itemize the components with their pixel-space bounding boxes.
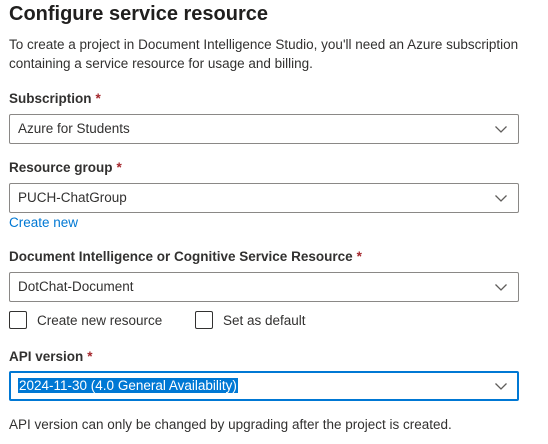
subscription-selected-value: Azure for Students (18, 121, 130, 136)
service-resource-label: Document Intelligence or Cognitive Servi… (9, 249, 362, 264)
resource-group-dropdown[interactable]: PUCH-ChatGroup (9, 183, 519, 213)
chevron-down-icon (495, 126, 507, 133)
create-new-resource-checkbox[interactable] (9, 311, 27, 329)
service-resource-selected-value: DotChat-Document (18, 279, 134, 294)
chevron-down-icon (495, 383, 507, 390)
set-as-default-label[interactable]: Set as default (223, 313, 306, 328)
resource-group-label: Resource group * (9, 160, 122, 175)
service-resource-dropdown[interactable]: DotChat-Document (9, 272, 519, 302)
api-version-label: API version * (9, 349, 93, 364)
subscription-dropdown[interactable]: Azure for Students (9, 114, 519, 144)
api-version-selected-value: 2024-11-30 (4.0 General Availability) (18, 378, 238, 393)
set-as-default-option[interactable]: Set as default (195, 310, 306, 330)
create-new-resource-option[interactable]: Create new resource (9, 310, 162, 330)
create-new-resource-label[interactable]: Create new resource (37, 313, 162, 328)
api-version-label-text: API version (9, 349, 84, 364)
required-marker: * (87, 349, 93, 364)
service-resource-label-text: Document Intelligence or Cognitive Servi… (9, 249, 353, 264)
create-new-resource-group-link[interactable]: Create new (9, 215, 78, 230)
chevron-down-icon (495, 195, 507, 202)
subscription-label: Subscription * (9, 91, 101, 106)
page-title: Configure service resource (9, 3, 268, 25)
resource-group-label-text: Resource group (9, 160, 113, 175)
required-marker: * (116, 160, 122, 175)
subscription-label-text: Subscription (9, 91, 92, 106)
resource-group-selected-value: PUCH-ChatGroup (18, 190, 127, 205)
set-as-default-checkbox[interactable] (195, 311, 213, 329)
page-description: To create a project in Document Intellig… (9, 37, 519, 71)
chevron-down-icon (495, 284, 507, 291)
required-marker: * (356, 249, 362, 264)
api-version-note: API version can only be changed by upgra… (9, 417, 452, 432)
required-marker: * (95, 91, 101, 106)
api-version-dropdown[interactable]: 2024-11-30 (4.0 General Availability) (9, 371, 519, 401)
